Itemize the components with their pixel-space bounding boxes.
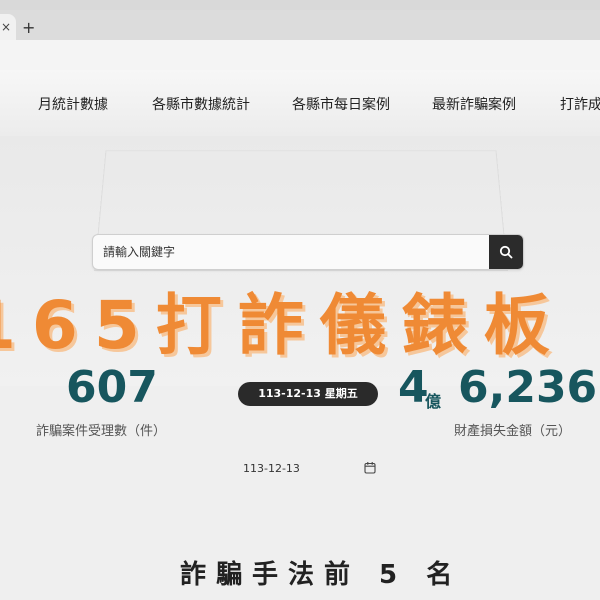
nav-item-monthly-stats[interactable]: 月統計數據 [38, 94, 108, 114]
loss-amount-unit: 億 [425, 392, 442, 411]
search-icon [499, 245, 513, 259]
loss-amount-label: 財產損失金額（元） [454, 424, 572, 439]
nav-item-latest-fraud-cases[interactable]: 最新詐騙案例 [432, 94, 516, 114]
case-count-value: 607 [66, 362, 158, 413]
dashboard-title: 165打詐儀錶板 [0, 287, 566, 364]
search-box [92, 234, 524, 270]
nav-item-county-stats[interactable]: 各縣市數據統計 [152, 94, 250, 114]
nav-item-county-daily-cases[interactable]: 各縣市每日案例 [292, 94, 390, 114]
nav-item-anti-fraud[interactable]: 打詐成 [560, 94, 600, 114]
new-tab-button[interactable]: + [22, 20, 35, 36]
hero-banner: 165打詐儀錶板 113-12-13 星期五 [0, 136, 600, 406]
date-picker-value: 113-12-13 [243, 462, 300, 475]
case-count-label: 詐騙案件受理數（件） [36, 424, 167, 439]
close-tab-icon[interactable]: × [1, 20, 11, 34]
loss-amount-value: 6,236.1 [458, 362, 600, 413]
browser-tab-strip: × + [0, 10, 600, 40]
date-picker[interactable]: 113-12-13 [208, 456, 388, 482]
main-nav: 月統計數據 各縣市數據統計 各縣市每日案例 最新詐騙案例 打詐成 [0, 70, 600, 136]
top-fraud-methods-heading: 詐騙手法前 5 名 [180, 560, 463, 590]
search-button[interactable] [489, 235, 523, 269]
search-input[interactable] [93, 235, 483, 269]
calendar-icon[interactable] [364, 461, 376, 474]
page-content: 月統計數據 各縣市數據統計 各縣市每日案例 最新詐騙案例 打詐成 165打詐儀錶… [0, 70, 600, 600]
address-bar [0, 40, 600, 71]
current-date-badge: 113-12-13 星期五 [238, 382, 378, 406]
browser-tab[interactable]: × [0, 14, 16, 40]
